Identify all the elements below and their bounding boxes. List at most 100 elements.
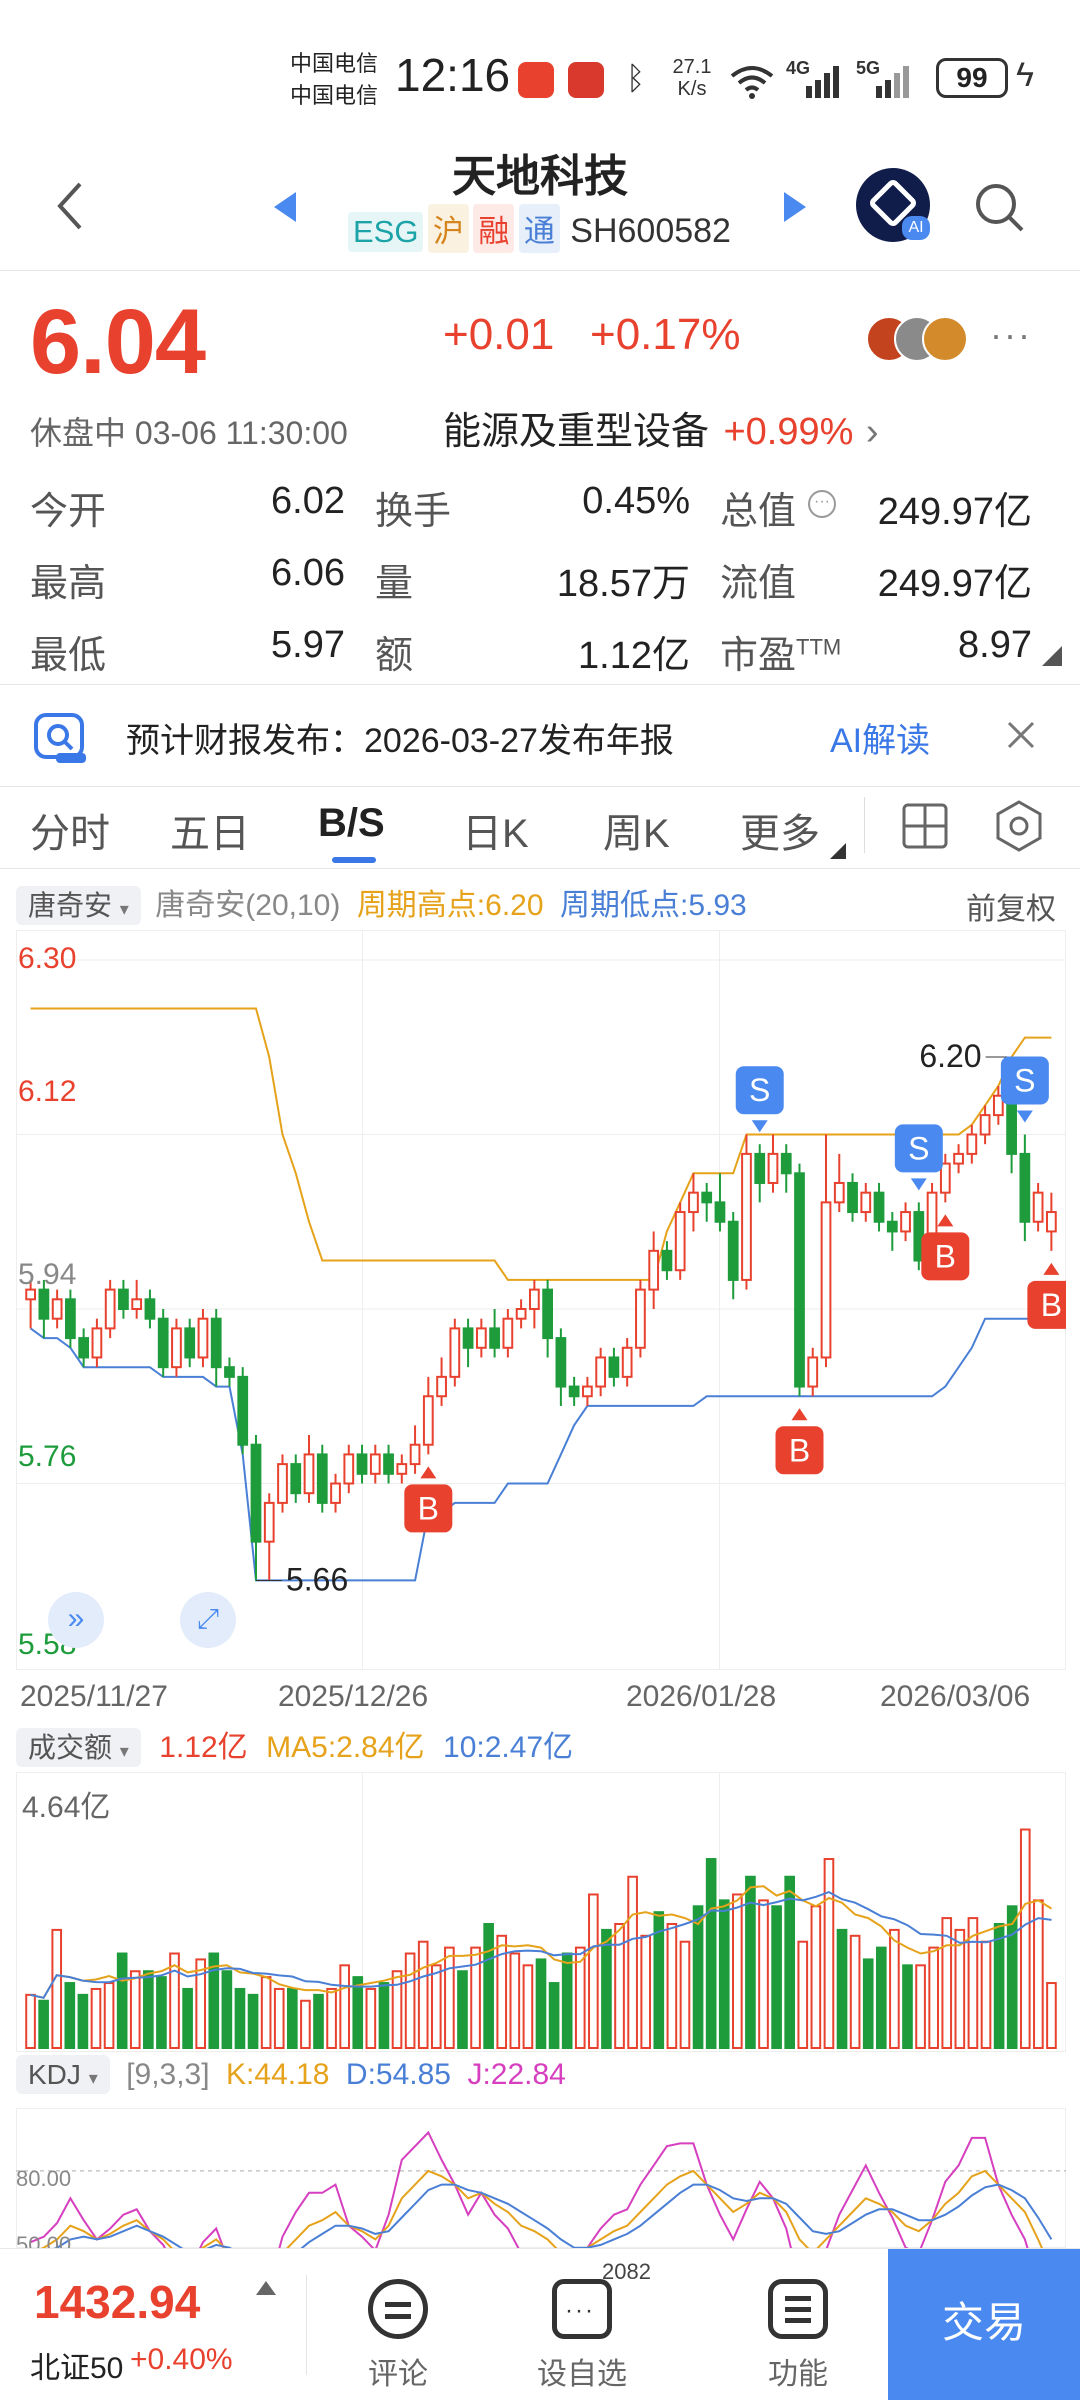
candle — [184, 1327, 196, 1359]
volume-bar — [90, 1987, 102, 2049]
signal-2-icon — [876, 66, 909, 98]
settings-hexagon-icon[interactable] — [992, 799, 1046, 853]
amount-label: 额 — [375, 635, 414, 677]
volume-bar — [38, 1999, 49, 2049]
volume-bar — [548, 1982, 560, 2049]
volume-bar — [509, 1952, 521, 2049]
function-menu-icon — [768, 2279, 828, 2339]
tag-connect: 通 — [518, 204, 560, 253]
community-avatars[interactable] — [866, 316, 968, 362]
kdj-params: [9,3,3] — [126, 2058, 210, 2091]
add-watchlist-button[interactable]: ··· 2082 设自选 — [512, 2249, 652, 2400]
volume-bar — [875, 1946, 887, 2050]
earnings-notice[interactable]: 预计财报发布：2026-03-27发布年报 AI解读 — [0, 685, 1080, 785]
candle — [303, 1453, 315, 1495]
chevron-down-icon: ▾ — [119, 1741, 129, 1761]
volume-indicator-selector[interactable]: 成交额 ▾ — [16, 1728, 141, 1767]
candle — [144, 1298, 156, 1320]
candle — [714, 1201, 726, 1223]
sector-link[interactable]: 能源及重型设备 +0.99% › — [443, 400, 879, 453]
kdj-j-line — [30, 2130, 1029, 2248]
indicator-selector[interactable]: 唐奇安 ▾ — [16, 886, 141, 925]
volume-bar — [352, 1976, 364, 2049]
volume-bar — [313, 1993, 324, 2050]
volume-chart[interactable] — [16, 1772, 1066, 2052]
candle — [661, 1249, 673, 1272]
function-button[interactable]: 功能 — [728, 2249, 868, 2400]
candle — [78, 1337, 90, 1359]
tab-more[interactable]: 更多 — [740, 801, 820, 859]
candle — [449, 1327, 461, 1378]
mktcap-label: 总值 — [720, 491, 797, 533]
volume-bar — [417, 1940, 429, 2049]
date-tick-label: 2025/12/26 — [278, 1680, 429, 1713]
chevron-down-icon: ▾ — [119, 899, 129, 919]
candle — [701, 1191, 713, 1204]
ai-interpret-link[interactable]: AI解读 — [830, 713, 930, 762]
clock: 12:16 — [395, 49, 511, 101]
next-stock-icon[interactable] — [780, 190, 810, 224]
buy-signal-arrow — [420, 1466, 437, 1479]
layout-grid-icon[interactable] — [900, 801, 950, 851]
index-value: 1432.94 — [34, 2276, 201, 2328]
volume-bar — [1006, 1905, 1018, 2049]
comment-button[interactable]: 评论 — [328, 2249, 468, 2400]
prev-stock-icon[interactable] — [270, 190, 300, 224]
pe-label-text: 市盈 — [720, 635, 797, 677]
candle — [860, 1191, 872, 1214]
more-icon[interactable]: ··· — [990, 314, 1032, 356]
candle — [688, 1191, 699, 1214]
volume-bar — [705, 1858, 717, 2049]
bottom-bar: 1432.94 北证50 +0.40% 评论 ··· 2082 设自选 功能 交… — [0, 2248, 1080, 2400]
indicator-name: 唐奇安 — [28, 890, 113, 921]
candle — [528, 1288, 540, 1311]
tab-daily-k[interactable]: 日K — [462, 801, 529, 859]
candle — [330, 1482, 341, 1504]
adjust-mode[interactable]: 前复权 — [966, 884, 1056, 928]
fullscreen-icon[interactable]: ⤢ — [180, 1592, 236, 1648]
candle — [953, 1152, 964, 1165]
candle — [674, 1211, 686, 1272]
expand-corner-icon[interactable] — [1040, 644, 1064, 668]
date-tick-label: 2026/03/06 — [880, 1680, 1031, 1713]
kdj-indicator-selector[interactable]: KDJ ▾ — [16, 2055, 110, 2094]
collapse-sidebar-icon[interactable]: » — [48, 1592, 104, 1648]
close-icon[interactable] — [1005, 719, 1037, 751]
price-change: +0.01 — [443, 310, 555, 359]
tab-weekly-k[interactable]: 周K — [603, 801, 670, 859]
volume-bar — [679, 1940, 691, 2049]
candle — [51, 1298, 63, 1320]
trade-button[interactable]: 交易 — [888, 2249, 1080, 2400]
search-icon[interactable] — [972, 180, 1028, 236]
volume-bar — [810, 1905, 822, 2049]
index-ticker[interactable]: 1432.94 北证50 +0.40% — [0, 2249, 305, 2400]
tag-sh: 沪 — [427, 204, 469, 253]
volume-ma5: MA5:2.84亿 — [266, 1731, 425, 1764]
tab-five-day[interactable]: 五日 — [170, 801, 250, 859]
ai-assistant-icon[interactable]: AI — [856, 168, 930, 242]
candle — [807, 1356, 819, 1388]
candlestick-chart[interactable]: 6.20 5.66 B B B B S S S — [16, 930, 1066, 1670]
info-icon[interactable]: ··· — [808, 490, 836, 518]
candle — [316, 1453, 328, 1504]
volume-bar — [64, 1982, 76, 2049]
candle — [277, 1463, 288, 1504]
avatar — [922, 316, 968, 362]
kdj-d-line — [53, 2183, 1053, 2248]
tab-intraday[interactable]: 分时 — [30, 801, 110, 859]
kdj-k-line — [40, 2169, 1043, 2248]
volume-bar — [836, 1928, 848, 2049]
candle — [1019, 1152, 1031, 1223]
tab-bs[interactable]: B/S — [318, 801, 385, 846]
volume-bar — [25, 1993, 36, 2050]
volume-bar — [784, 1875, 796, 2049]
candle — [515, 1308, 527, 1320]
watch-count: 2082 — [602, 2259, 651, 2284]
signal-1-icon — [806, 66, 839, 98]
kdj-chart[interactable] — [16, 2108, 1066, 2248]
back-icon[interactable] — [50, 178, 90, 234]
more-dropdown-icon — [830, 843, 846, 859]
stats-grid: 今开 6.02 最高 6.06 最低 5.97 换手 0.45% 量 18.57… — [0, 470, 1080, 680]
chevron-right-icon: › — [865, 411, 879, 453]
sell-signal-arrow — [751, 1120, 768, 1133]
